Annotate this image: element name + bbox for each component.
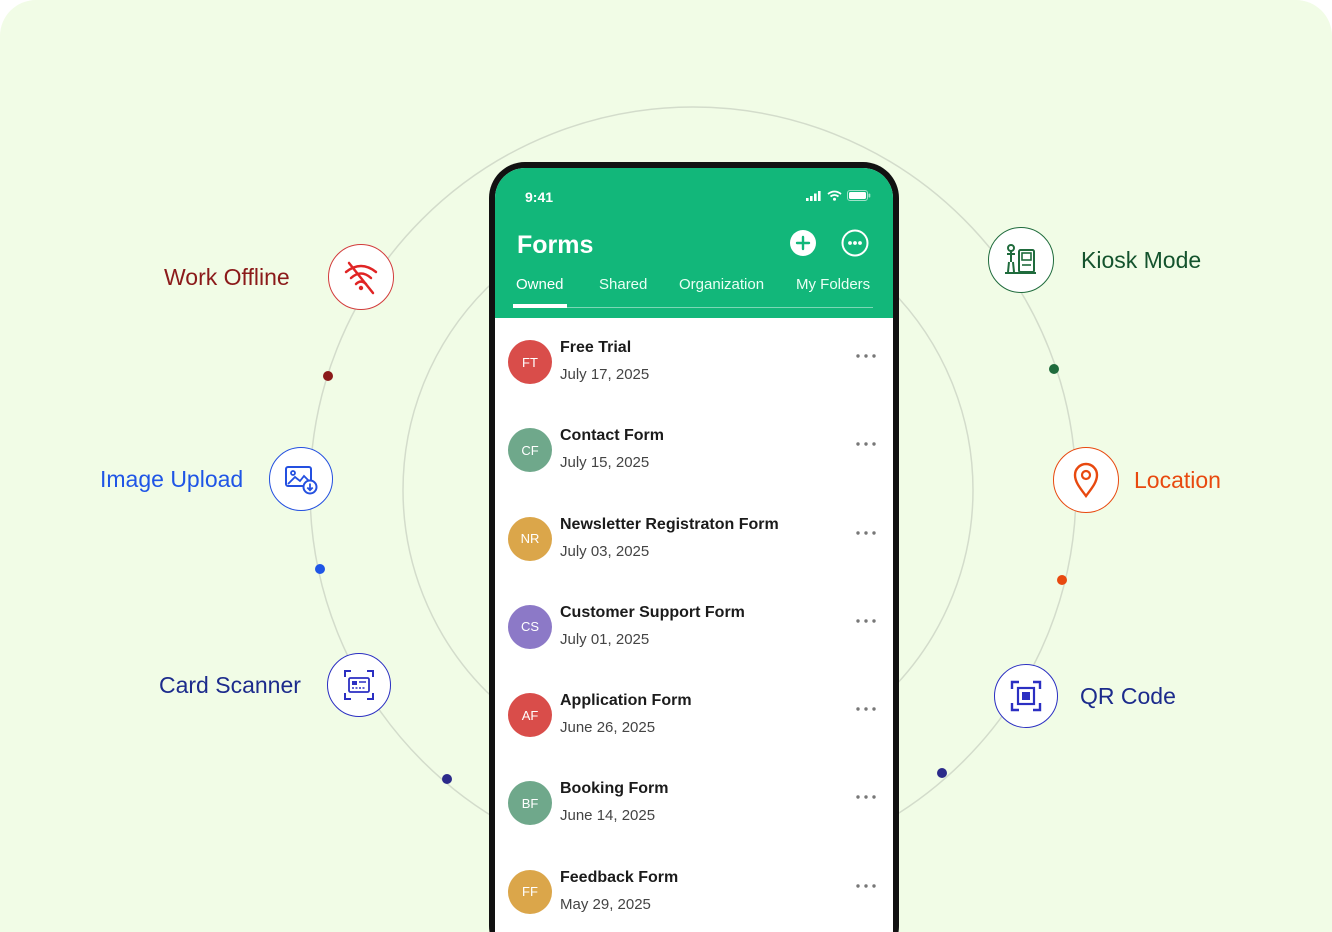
list-item[interactable]: BF Booking Form June 14, 2025 bbox=[495, 759, 893, 847]
wifi-icon bbox=[827, 190, 842, 201]
form-title: Contact Form bbox=[560, 427, 664, 445]
feature-showcase: Work Offline Image Upload Card Scanner K… bbox=[0, 0, 1332, 932]
orbit-dot bbox=[315, 564, 325, 574]
form-title: Feedback Form bbox=[560, 868, 679, 886]
row-more-icon[interactable] bbox=[855, 793, 877, 801]
form-title: Customer Support Form bbox=[560, 603, 745, 621]
feature-label: Card Scanner bbox=[159, 671, 301, 698]
form-date: July 17, 2025 bbox=[560, 366, 650, 383]
feature-label: Work Offline bbox=[164, 263, 290, 290]
orbit-dot bbox=[1057, 575, 1067, 585]
feature-location: Location bbox=[1053, 447, 1221, 513]
add-form-button[interactable] bbox=[789, 229, 817, 257]
list-item[interactable]: CF Contact Form July 15, 2025 bbox=[495, 406, 893, 494]
orbit-dot bbox=[1049, 364, 1059, 374]
phone-screen: 9:41 Forms Owned Shared Organization My … bbox=[495, 168, 893, 932]
feature-image-upload: Image Upload bbox=[100, 447, 333, 511]
more-options-button[interactable] bbox=[841, 229, 869, 257]
row-more-icon[interactable] bbox=[855, 617, 877, 625]
tab-shared[interactable]: Shared bbox=[599, 276, 647, 293]
row-more-icon[interactable] bbox=[855, 352, 877, 360]
feature-badge bbox=[328, 244, 394, 310]
tab-organization[interactable]: Organization bbox=[679, 276, 764, 293]
row-more-icon[interactable] bbox=[855, 882, 877, 890]
signal-icon bbox=[806, 190, 821, 201]
avatar: CS bbox=[508, 604, 552, 649]
list-item[interactable]: FF Feedback Form May 29, 2025 bbox=[495, 848, 893, 932]
location-pin-icon bbox=[1073, 462, 1099, 498]
feature-label: Image Upload bbox=[100, 465, 244, 492]
form-date: June 26, 2025 bbox=[560, 719, 656, 737]
status-icons bbox=[806, 190, 871, 201]
avatar: FT bbox=[508, 340, 552, 384]
list-item[interactable]: AF Application Form June 26, 2025 bbox=[495, 671, 893, 759]
avatar: CF bbox=[508, 428, 552, 473]
feature-label: QR Code bbox=[1080, 682, 1176, 709]
page-title: Forms bbox=[517, 231, 594, 259]
orbit-dot bbox=[442, 774, 452, 784]
feature-badge bbox=[269, 447, 333, 511]
phone-frame: 9:41 Forms Owned Shared Organization My … bbox=[489, 162, 899, 932]
feature-qr-code: QR Code bbox=[994, 664, 1176, 728]
feature-badge bbox=[994, 664, 1058, 728]
orbit-dot bbox=[323, 371, 333, 381]
avatar: AF bbox=[508, 693, 552, 738]
feature-card-scanner: Card Scanner bbox=[159, 653, 391, 717]
row-more-icon[interactable] bbox=[855, 705, 877, 713]
wifi-off-icon bbox=[344, 261, 378, 295]
form-date: July 15, 2025 bbox=[560, 454, 650, 472]
feature-badge bbox=[327, 653, 391, 717]
active-tab-indicator bbox=[513, 304, 567, 308]
form-title: Free Trial bbox=[560, 339, 632, 356]
kiosk-icon bbox=[1005, 244, 1036, 274]
feature-badge bbox=[1053, 447, 1119, 513]
app-header: 9:41 Forms Owned Shared Organization My … bbox=[495, 168, 893, 318]
avatar: BF bbox=[508, 781, 552, 826]
tab-my-folders[interactable]: My Folders bbox=[796, 276, 870, 293]
form-date: June 14, 2025 bbox=[560, 807, 656, 825]
form-date: July 03, 2025 bbox=[560, 542, 650, 560]
avatar: NR bbox=[508, 516, 552, 561]
qr-code-icon bbox=[1010, 680, 1042, 712]
form-date: July 01, 2025 bbox=[560, 630, 650, 648]
row-more-icon[interactable] bbox=[855, 529, 877, 537]
card-scan-icon bbox=[344, 670, 374, 700]
feature-work-offline: Work Offline bbox=[164, 244, 394, 310]
feature-label: Location bbox=[1134, 466, 1221, 493]
tab-owned[interactable]: Owned bbox=[516, 276, 564, 293]
feature-badge bbox=[988, 227, 1054, 293]
form-title: Newsletter Registraton Form bbox=[560, 515, 779, 533]
form-title: Application Form bbox=[560, 692, 692, 710]
form-list: FT Free Trial July 17, 2025 CF Contact F… bbox=[495, 318, 893, 932]
list-item[interactable]: CS Customer Support Form July 01, 2025 bbox=[495, 583, 893, 671]
status-time: 9:41 bbox=[525, 189, 554, 205]
avatar: FF bbox=[508, 869, 552, 914]
form-title: Booking Form bbox=[560, 780, 669, 798]
row-more-icon[interactable] bbox=[855, 440, 877, 448]
orbit-dot bbox=[937, 768, 947, 778]
feature-kiosk-mode: Kiosk Mode bbox=[988, 227, 1201, 293]
image-upload-icon bbox=[285, 466, 318, 495]
form-tabs: Owned Shared Organization My Folders bbox=[513, 276, 873, 308]
battery-icon bbox=[847, 190, 871, 201]
form-date: May 29, 2025 bbox=[560, 895, 651, 913]
feature-label: Kiosk Mode bbox=[1081, 246, 1202, 273]
list-item[interactable]: NR Newsletter Registraton Form July 03, … bbox=[495, 495, 893, 583]
list-item[interactable]: FT Free Trial July 17, 2025 bbox=[495, 318, 893, 406]
